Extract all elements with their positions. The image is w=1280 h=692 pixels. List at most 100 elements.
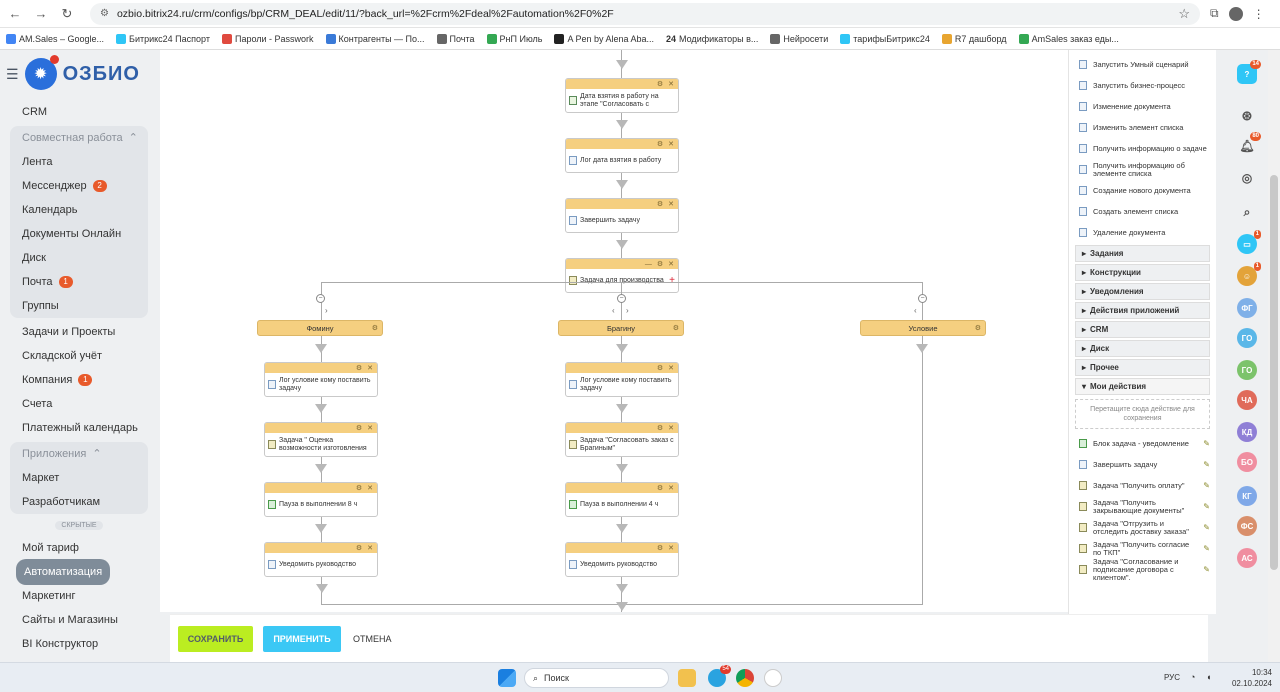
workflow-block[interactable]: ⚙ ✕ Лог условие кому поставить задачу	[565, 362, 679, 397]
menu-item-warehouse[interactable]: Складской учёт	[10, 344, 148, 368]
gear-icon[interactable]: ⚙	[372, 324, 378, 332]
chevron-right-icon[interactable]: ›	[626, 306, 629, 315]
close-icon[interactable]: ✕	[668, 364, 674, 372]
hidden-separator[interactable]: СКРЫТЫЕ	[10, 518, 148, 532]
gear-icon[interactable]: ⚙	[657, 364, 663, 372]
action-item[interactable]: Создать элемент списка	[1069, 201, 1216, 222]
workflow-block[interactable]: ⚙ ✕ Завершить задачу	[565, 198, 679, 233]
bell-icon[interactable]: 🔔︎ 80	[1237, 132, 1261, 156]
branch-header[interactable]: Брагину ⚙	[558, 320, 684, 336]
close-icon[interactable]: ✕	[367, 484, 373, 492]
action-item[interactable]: Получить информацию о задаче	[1069, 138, 1216, 159]
menu-item-market[interactable]: Маркет	[10, 466, 148, 490]
contact-avatar[interactable]: ЧА	[1237, 390, 1257, 410]
my-action-item[interactable]: Задача "Получить согласие по ТКП" ✎	[1069, 538, 1216, 559]
yandex-browser-icon[interactable]	[764, 669, 782, 687]
workflow-block[interactable]: ⚙ ✕ Уведомить руководство	[264, 542, 378, 577]
contact-avatar[interactable]: ГО	[1237, 360, 1257, 380]
workflow-block[interactable]: ⚙ ✕ Задача " Оценка возможности изготовлен…	[264, 422, 378, 457]
language-indicator[interactable]: РУС	[1164, 673, 1180, 682]
telegram-icon[interactable]: 54	[708, 665, 731, 687]
menu-item-work[interactable]: Группы	[10, 294, 148, 318]
wifi-icon[interactable]: ◔	[1190, 672, 1195, 682]
contact-avatar[interactable]: ГО	[1237, 328, 1257, 348]
remove-branch-icon[interactable]: −	[918, 294, 927, 303]
bookmark-item[interactable]: Битрикс24 Паспорт	[116, 33, 210, 44]
action-item[interactable]: Удаление документа	[1069, 222, 1216, 243]
site-info-icon[interactable]: ⚙	[100, 8, 109, 19]
gear-icon[interactable]: ⚙	[356, 364, 362, 372]
pencil-icon[interactable]: ✎	[1203, 481, 1210, 490]
action-item[interactable]: Запустить Умный сценарий	[1069, 54, 1216, 75]
action-item[interactable]: Запустить бизнес-процесс	[1069, 75, 1216, 96]
drop-zone[interactable]: Перетащите сюда действие для сохранения	[1075, 399, 1210, 429]
my-action-item[interactable]: Задача "Согласование и подписание догово…	[1069, 557, 1216, 581]
group-header-collaboration[interactable]: Совместная работа ⌃	[10, 126, 148, 150]
category-my-actions[interactable]: ▾ Мои действия	[1075, 378, 1210, 395]
pencil-icon[interactable]: ✎	[1203, 439, 1210, 448]
apply-button[interactable]: ПРИМЕНИТЬ	[263, 625, 341, 652]
workflow-block[interactable]: ⚙ ✕ Пауза в выполнении 8 ч	[264, 482, 378, 517]
contact-avatar[interactable]: КД	[1237, 422, 1257, 442]
my-action-item[interactable]: Блок задача - уведомление ✎	[1069, 433, 1216, 454]
close-icon[interactable]: ✕	[367, 544, 373, 552]
gear-icon[interactable]: ⚙	[657, 200, 663, 208]
group-header-apps[interactable]: Приложения ⌃	[10, 442, 148, 466]
my-action-item[interactable]: Задача "Получить закрывающие документы" ✎	[1069, 496, 1216, 517]
chevron-right-icon[interactable]: ›	[325, 306, 328, 315]
logo[interactable]: ☰ ✹ ОЗБИО	[6, 55, 140, 90]
volume-icon[interactable]: ◖	[1206, 672, 1211, 682]
my-action-item[interactable]: Задача "Получить оплату" ✎	[1069, 475, 1216, 496]
close-icon[interactable]: ✕	[668, 484, 674, 492]
menu-item-payment-calendar[interactable]: Платежный календарь	[10, 416, 148, 440]
contact-avatar[interactable]: БО	[1237, 452, 1257, 472]
minimize-icon[interactable]: —	[645, 261, 652, 268]
menu-item-work[interactable]: Почта 1	[10, 270, 148, 294]
action-category[interactable]: ▸ Задания	[1075, 245, 1210, 262]
my-action-item[interactable]: Задача "Отгрузить и отследить доставку з…	[1069, 517, 1216, 538]
contact-avatar[interactable]: ФГ	[1237, 298, 1257, 318]
pencil-icon[interactable]: ✎	[1203, 502, 1210, 511]
gear-icon[interactable]: ⚙	[975, 324, 981, 332]
gear-icon[interactable]: ⚙	[657, 424, 663, 432]
action-category[interactable]: ▸ Прочее	[1075, 359, 1210, 376]
menu-item-my-tariff[interactable]: Мой тариф	[10, 536, 148, 560]
windows-start-icon[interactable]	[498, 669, 516, 687]
scrollbar-thumb[interactable]	[1270, 175, 1278, 570]
action-category[interactable]: ▸ Конструкции	[1075, 264, 1210, 281]
bookmark-item[interactable]: R7 дашборд	[941, 33, 1007, 44]
gear-icon[interactable]: ⚙	[673, 324, 679, 332]
action-item[interactable]: Получить информацию об элементе списка	[1069, 159, 1216, 180]
bookmark-item[interactable]: Почта	[436, 33, 475, 44]
menu-item-bi[interactable]: BI Конструктор	[10, 632, 148, 656]
action-item[interactable]: Изменить элемент списка	[1069, 117, 1216, 138]
remove-branch-icon[interactable]: −	[617, 294, 626, 303]
gear-icon[interactable]: ⚙	[657, 484, 663, 492]
page-scrollbar[interactable]	[1268, 50, 1280, 662]
pencil-icon[interactable]: ✎	[1203, 523, 1210, 532]
menu-item-work[interactable]: Календарь	[10, 198, 148, 222]
gear-icon[interactable]: ⚙	[657, 80, 663, 88]
workflow-block[interactable]: ⚙ ✕ Уведомить руководство	[565, 542, 679, 577]
menu-item-invoices[interactable]: Счета	[10, 392, 148, 416]
contact-avatar[interactable]: КГ	[1237, 486, 1257, 506]
my-action-item[interactable]: Завершить задачу ✎	[1069, 454, 1216, 475]
gear-icon[interactable]: ⚙	[356, 484, 362, 492]
bookmark-item[interactable]: AmSales заказ еды...	[1018, 33, 1119, 44]
back-icon[interactable]: ←	[4, 3, 26, 25]
bookmark-item[interactable]: Контрагенты — По...	[325, 33, 425, 44]
action-category[interactable]: ▸ CRM	[1075, 321, 1210, 338]
bookmark-item[interactable]: A Pen by Alena Aba...	[554, 33, 654, 44]
close-icon[interactable]: ✕	[367, 424, 373, 432]
menu-item-work[interactable]: Лента	[10, 150, 148, 174]
bookmark-star-icon[interactable]: ☆	[1178, 6, 1190, 22]
pencil-icon[interactable]: ✎	[1203, 565, 1210, 574]
bookmark-item[interactable]: РнП Июль	[486, 33, 542, 44]
contact-avatar[interactable]: ФС	[1237, 516, 1257, 536]
menu-item-automation[interactable]: Автоматизация	[10, 559, 148, 585]
action-category[interactable]: ▸ Уведомления	[1075, 283, 1210, 300]
menu-item-company[interactable]: Компания 1	[10, 368, 148, 392]
gear-icon[interactable]: ⚙	[657, 140, 663, 148]
pencil-icon[interactable]: ✎	[1203, 544, 1210, 553]
workflow-block[interactable]: ⚙ ✕ Лог дата взятия в работу	[565, 138, 679, 173]
